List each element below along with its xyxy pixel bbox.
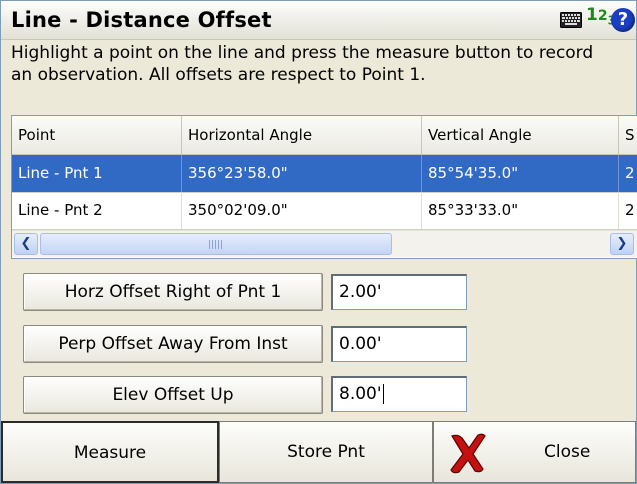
cell-point: Line - Pnt 1 [12, 155, 182, 192]
scrollbar-thumb[interactable] [40, 233, 392, 255]
scrollbar-grip-icon [209, 240, 223, 249]
store-pnt-button[interactable]: Store Pnt [219, 421, 433, 483]
title-bar: Line - Distance Offset 123 ? [1, 1, 636, 40]
numeric-icon-digit: 2 [597, 8, 608, 24]
perp-offset-button[interactable]: Perp Offset Away From Inst [23, 325, 323, 363]
horz-offset-button[interactable]: Horz Offset Right of Pnt 1 [23, 273, 323, 311]
observation-grid: Point Horizontal Angle Vertical Angle S … [11, 115, 637, 259]
cell-horizontal-angle: 350°02'09.0" [182, 192, 422, 229]
dialog-title: Line - Distance Offset [11, 8, 272, 32]
column-header-s[interactable]: S [619, 116, 637, 154]
table-row[interactable]: Line - Pnt 1 356°23'58.0" 85°54'35.0" 2 [12, 155, 637, 193]
cell-s: 2 [619, 192, 637, 229]
perp-offset-field[interactable]: 0.00' [331, 326, 467, 362]
column-header-vertical-angle[interactable]: Vertical Angle [422, 116, 619, 154]
column-header-horizontal-angle[interactable]: Horizontal Angle [182, 116, 422, 154]
help-icon[interactable]: ? [611, 8, 635, 32]
cell-s: 2 [619, 155, 637, 192]
elev-offset-value: 8.00' [339, 384, 382, 404]
close-button[interactable]: Close [433, 421, 636, 483]
text-caret [382, 384, 384, 404]
keyboard-icon[interactable] [560, 12, 582, 28]
elev-offset-button[interactable]: Elev Offset Up [23, 376, 323, 414]
cell-point: Line - Pnt 2 [12, 192, 182, 229]
numeric-icon-digit: 1 [586, 5, 598, 25]
table-row[interactable]: Line - Pnt 2 350°02'09.0" 85°33'33.0" 2 [12, 192, 637, 230]
scroll-right-button[interactable]: ❯ [610, 233, 634, 255]
column-header-point[interactable]: Point [12, 116, 182, 154]
cell-vertical-angle: 85°54'35.0" [422, 155, 619, 192]
close-x-icon [450, 433, 486, 474]
scroll-left-button[interactable]: ❮ [14, 233, 38, 255]
horz-offset-field[interactable]: 2.00' [331, 274, 467, 310]
close-label: Close [544, 442, 591, 462]
horizontal-scrollbar[interactable]: ❮ ❯ [12, 230, 637, 257]
instructions-text: Highlight a point on the line and press … [11, 43, 594, 85]
dialog-window: Line - Distance Offset 123 ? Highlight a… [0, 0, 637, 484]
cell-vertical-angle: 85°33'33.0" [422, 192, 619, 229]
measure-button[interactable]: Measure [1, 421, 219, 483]
elev-offset-field[interactable]: 8.00' [331, 376, 467, 412]
grid-header: Point Horizontal Angle Vertical Angle S [12, 116, 637, 155]
cell-horizontal-angle: 356°23'58.0" [182, 155, 422, 192]
